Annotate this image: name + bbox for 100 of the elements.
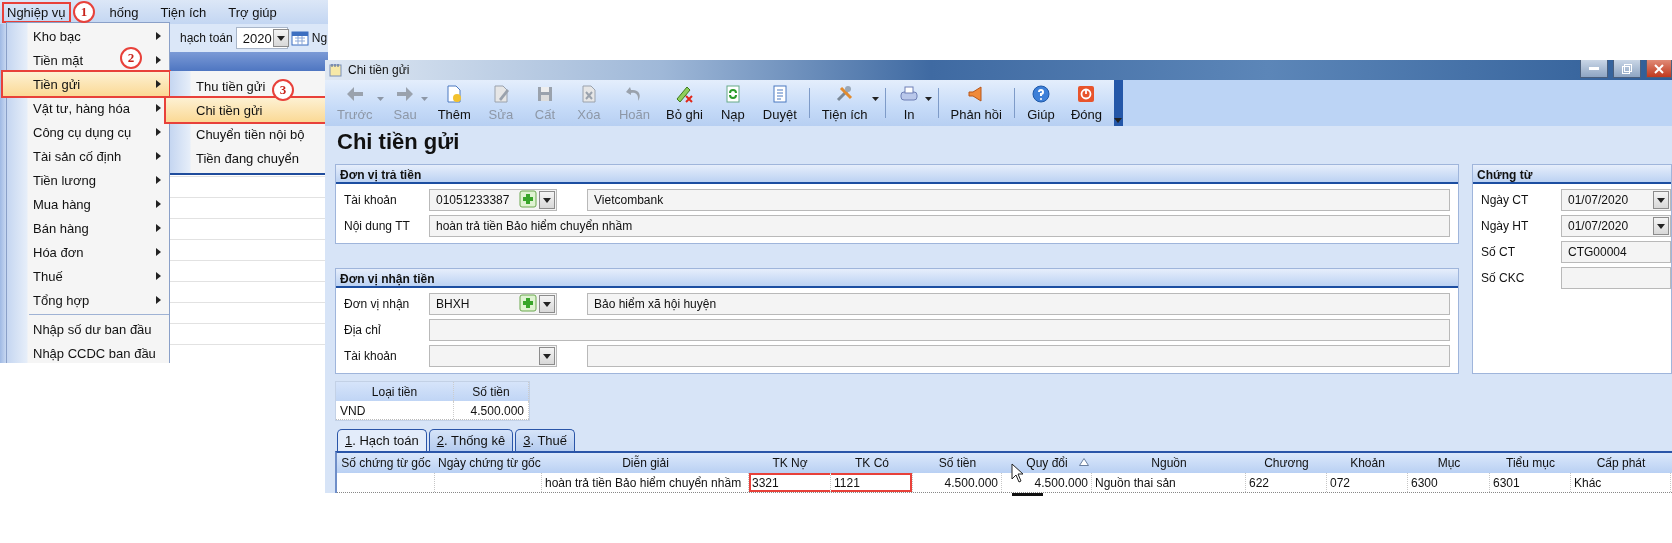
restore-button[interactable] <box>1613 60 1641 78</box>
table-cell: 072 <box>1327 473 1408 492</box>
tab[interactable]: 1. Hạch toán <box>337 429 427 451</box>
submenu-arrow-icon <box>156 152 161 160</box>
mouse-pointer-icon <box>1011 463 1025 483</box>
submenu-arrow-icon <box>156 56 161 64</box>
dropdown-button[interactable] <box>272 29 289 47</box>
submenu-arrow-icon <box>156 32 161 40</box>
dropdown-button[interactable] <box>539 295 555 313</box>
menu-item[interactable]: Tiền đang chuyển <box>196 150 299 166</box>
menu-item[interactable]: Bán hàng <box>33 220 89 236</box>
tab[interactable]: 2. Thống kê <box>428 429 514 451</box>
power-icon <box>1076 84 1097 104</box>
menu-item[interactable]: Mua hàng <box>33 196 91 212</box>
form-heading: Chi tiền gửi <box>336 128 461 156</box>
calendar-icon[interactable] <box>290 30 309 46</box>
field-label: hạch toán <box>180 31 233 45</box>
minimize-icon <box>1589 67 1599 70</box>
date-field[interactable]: 01/07/2020 <box>1561 189 1671 211</box>
menu-item[interactable]: Thuế <box>33 268 63 284</box>
column-header[interactable]: Ngày chứng từ gốc <box>435 453 542 473</box>
menu-item[interactable]: Thu tiền gửi <box>196 78 266 94</box>
column-header[interactable]: Diễn giải <box>542 453 749 473</box>
dropdown-arrow-icon <box>543 301 551 307</box>
dropdown-button[interactable] <box>539 347 555 365</box>
pen-cross-icon <box>674 84 695 104</box>
menu-item[interactable]: Tiền gửi <box>33 76 81 92</box>
menu-item[interactable]: Kho bạc <box>33 28 81 44</box>
text-field[interactable]: CTG00004 <box>1561 241 1671 263</box>
toolbar-button[interactable]: Duyệt <box>754 80 805 126</box>
toolbar-button[interactable]: In <box>889 80 934 126</box>
dropdown-arrow-icon <box>1657 223 1665 229</box>
text-field[interactable] <box>429 319 1450 341</box>
code-combo[interactable]: 01051233387 <box>429 189 557 211</box>
table-cell: 4.500.000 <box>454 401 529 419</box>
field-label: Đơn vị nhận <box>344 297 411 311</box>
field-label: Địa chỉ <box>344 323 382 337</box>
date-field[interactable]: 01/07/2020 <box>1561 215 1671 237</box>
column-header[interactable]: Tiểu mục <box>1490 453 1571 473</box>
year-combo[interactable]: 2020 <box>235 27 288 49</box>
column-header[interactable]: Quy đổi <box>1002 453 1092 473</box>
column-header[interactable]: Cấp phát <box>1571 453 1671 473</box>
toolbar-button[interactable]: Nạp <box>710 80 755 126</box>
close-icon <box>1654 63 1664 74</box>
toolbar-button[interactable]: Đóng <box>1062 80 1110 126</box>
caret-icon <box>376 97 384 101</box>
menu-item[interactable]: Tiền lương <box>33 172 96 188</box>
dropdown-arrow-icon <box>276 35 285 41</box>
menu-bar-item[interactable]: Trợ giúp <box>223 1 282 23</box>
close-button[interactable] <box>1646 60 1672 78</box>
menu-item[interactable]: Công cụ dụng cụ <box>33 124 132 140</box>
column-header[interactable]: TK Nợ <box>749 453 831 473</box>
toolbar-button[interactable]: Phản hồi <box>942 80 1010 126</box>
column-header[interactable]: TK Có <box>831 453 913 473</box>
toolbar-button[interactable]: Thêm <box>429 80 479 126</box>
name-field[interactable]: Bảo hiểm xã hội huyện <box>587 293 1450 315</box>
field-label: Số CT <box>1481 245 1516 259</box>
menu-item[interactable]: Tổng hợp <box>33 292 90 308</box>
menu-item[interactable]: Tài sản cố định <box>33 148 122 164</box>
dropdown-button[interactable] <box>539 191 555 209</box>
toolbar-button[interactable]: Tiện ích <box>813 80 881 126</box>
column-header[interactable]: Số chứng từ gốc <box>337 453 435 473</box>
dropdown-button[interactable] <box>1653 191 1669 209</box>
submenu-arrow-icon <box>156 176 161 184</box>
caret-icon <box>420 97 428 101</box>
table-cell: hoàn trả tiền Bảo hiểm chuyển nhầm <box>542 473 749 492</box>
toolbar-button[interactable]: Bỏ ghi <box>657 80 711 126</box>
toolbar-button[interactable]: Giúp <box>1018 80 1063 126</box>
dropdown-button[interactable] <box>1653 217 1669 235</box>
tab[interactable]: 3. Thuế <box>515 429 576 451</box>
table-cell: VND <box>336 401 454 419</box>
column-header[interactable]: Nguồn <box>1092 453 1246 473</box>
column-header[interactable]: Chương <box>1246 453 1327 473</box>
column-header[interactable]: Số tiền <box>913 453 1002 473</box>
name-field[interactable] <box>587 345 1450 367</box>
menu-item[interactable]: Nhập số dư ban đầu <box>33 321 152 337</box>
menu-bar-item[interactable]: hống <box>104 1 144 23</box>
window-title: Chi tiền gửi <box>348 63 411 77</box>
text-field[interactable]: hoàn trả tiền Bảo hiểm chuyển nhầm <box>429 215 1450 237</box>
menu-item[interactable]: Chuyển tiền nội bộ <box>196 126 305 142</box>
menu-item[interactable]: Chi tiền gửi <box>196 102 263 118</box>
code-combo[interactable]: BHXH <box>429 293 557 315</box>
column-header[interactable]: Khoản <box>1327 453 1408 473</box>
caret-icon <box>924 97 932 101</box>
panel-title: Đơn vị nhận tiền <box>336 269 1458 288</box>
field-label: Tài khoản <box>344 349 398 363</box>
tools-icon <box>834 84 855 104</box>
table-cell: 622 <box>1246 473 1327 492</box>
column-header[interactable]: Mục <box>1408 453 1490 473</box>
menu-bar-item[interactable]: Tiện ích <box>155 1 212 23</box>
menu-item[interactable]: Nhập CCDC ban đầu <box>33 345 156 361</box>
menu-item[interactable]: Hóa đơn <box>33 244 84 260</box>
table-cell: 6300 <box>1408 473 1490 492</box>
minimize-button[interactable] <box>1580 60 1608 78</box>
menu-item[interactable]: Tiền mặt <box>33 52 84 68</box>
name-field[interactable]: Vietcombank <box>587 189 1450 211</box>
menu-item[interactable]: Vật tư, hàng hóa <box>33 100 130 116</box>
help-icon <box>1030 84 1051 104</box>
panel-title: Chứng từ <box>1473 165 1671 184</box>
text-field[interactable] <box>1561 267 1671 289</box>
